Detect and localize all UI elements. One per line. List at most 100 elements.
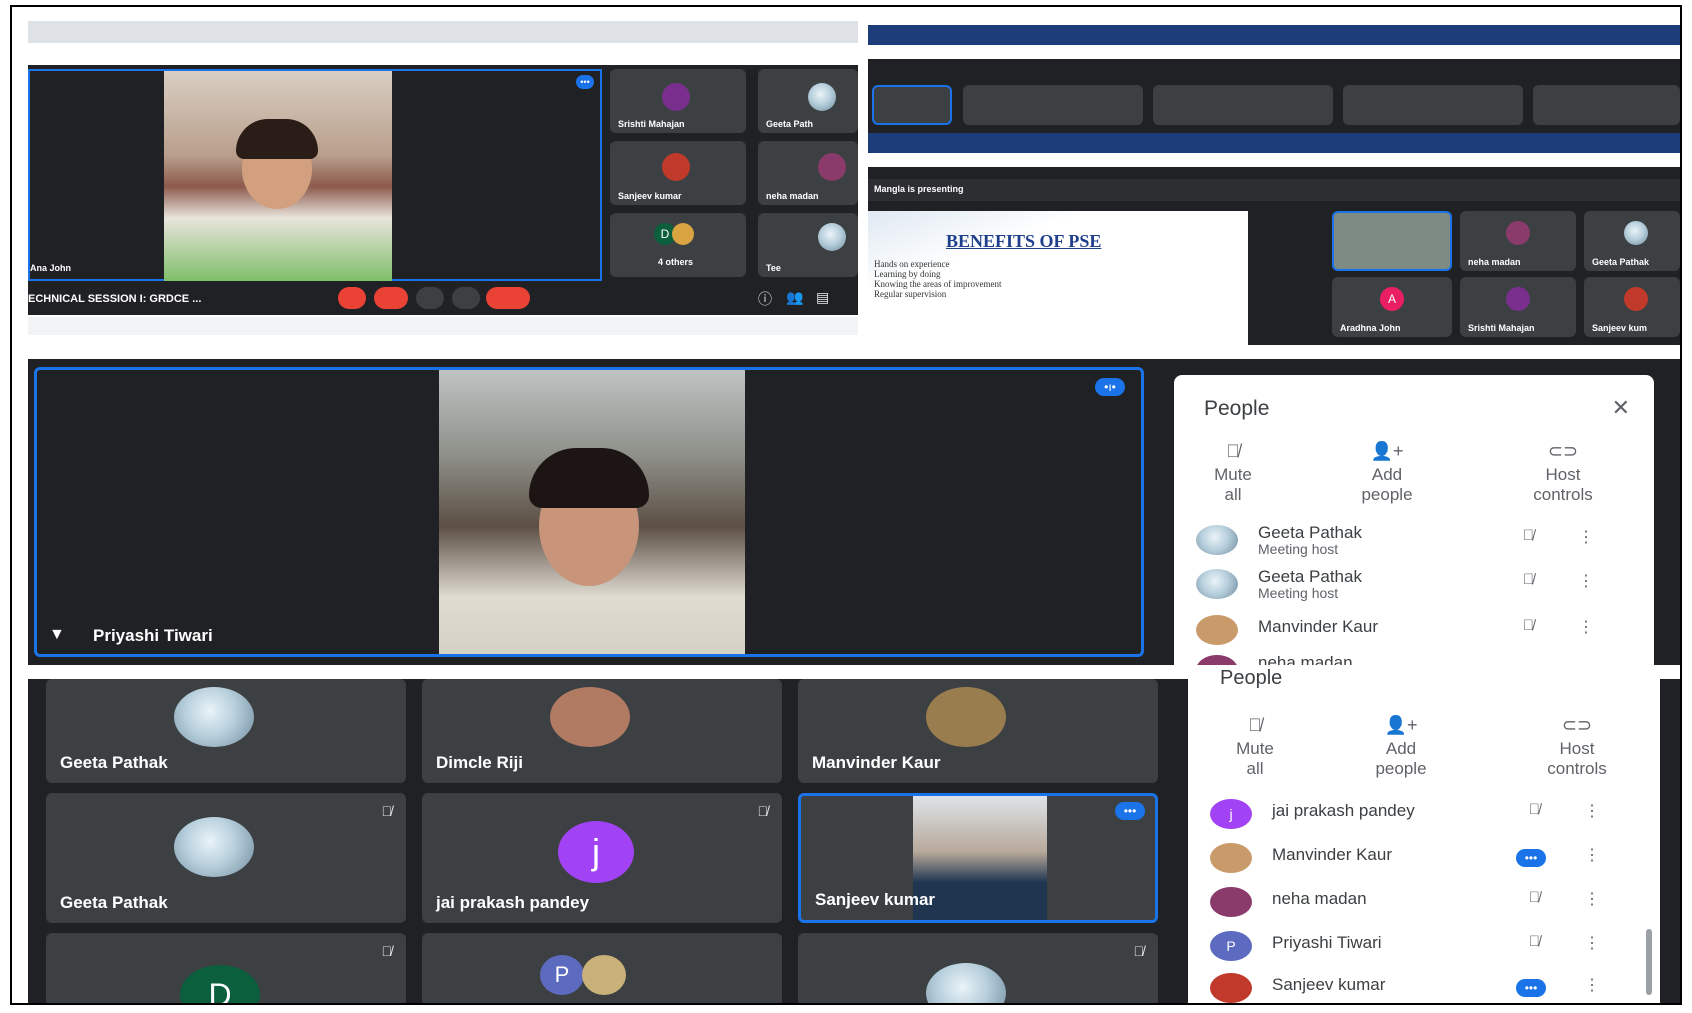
info-icon[interactable]: ⓘ <box>758 289 772 309</box>
mic-off-icon[interactable]: 🎙̸ <box>1523 527 1534 544</box>
mic-off-icon[interactable]: 🎙̸ <box>1523 617 1534 634</box>
presenter-tile-0[interactable]: neha madan <box>1460 211 1576 271</box>
grid-tile-2[interactable]: Manvinder Kaur <box>798 679 1158 783</box>
grid-tile-1[interactable]: Dimcle Riji <box>422 679 782 783</box>
presenter-tile-3[interactable]: Srishti Mahajan <box>1460 277 1576 337</box>
avatar <box>1506 221 1530 245</box>
toggle-icon: ⊂⊃ <box>1561 715 1593 735</box>
toggle-icon: ⊂⊃ <box>1547 441 1579 461</box>
tile-name: Dimcle Riji <box>436 753 523 772</box>
speaking-indicator-icon: ••• <box>1516 979 1546 997</box>
more-options-icon[interactable]: ••• <box>1115 802 1145 820</box>
participant-row[interactable]: Geeta Pathak Meeting host 🎙̸ ⋮ <box>1196 565 1634 605</box>
mic-off-icon[interactable]: 🎙̸ <box>1523 571 1534 588</box>
side-tile-0[interactable]: Srishti Mahajan <box>610 69 746 133</box>
mic-off-icon[interactable]: 🎙̸ <box>1529 801 1540 818</box>
more-options-icon[interactable]: ⋮ <box>1578 617 1594 637</box>
camera-off-button[interactable] <box>374 287 408 309</box>
side-tile-2[interactable]: Sanjeev kumar <box>610 141 746 205</box>
person-add-icon: 👤+ <box>1384 715 1418 735</box>
tile-name: Sanjeev kum <box>1592 323 1648 333</box>
browser-tab-bar[interactable] <box>28 21 858 43</box>
more-options-icon[interactable]: ⋮ <box>1584 933 1600 953</box>
grid-tile-3[interactable]: 🎙̸ Geeta Pathak <box>46 793 406 923</box>
participant-row[interactable]: neha madan 🎙̸ ⋮ <box>1210 883 1640 923</box>
more-options-icon[interactable]: ⋮ <box>1584 889 1600 909</box>
people-icon[interactable]: 👥 <box>786 289 803 306</box>
browser-tab-bar[interactable] <box>868 25 1680 45</box>
speaker-video <box>164 71 392 281</box>
browser-address-bar[interactable] <box>868 45 1680 59</box>
side-tile-5[interactable]: Tee <box>758 213 858 277</box>
grid-tile-5[interactable]: ••• Sanjeev kumar <box>798 793 1158 923</box>
captions-button[interactable] <box>416 287 444 309</box>
session-title: ECHNICAL SESSION I: GRDCE ... <box>28 293 202 305</box>
avatar: A <box>1380 287 1404 311</box>
more-options-icon[interactable]: ⋮ <box>1584 801 1600 821</box>
host-controls-button[interactable]: ⊂⊃ Host controls <box>1508 441 1618 505</box>
participant-row[interactable]: Manvinder Kaur ••• ⋮ <box>1210 839 1640 879</box>
mic-off-icon[interactable]: 🎙̸ <box>1529 933 1540 950</box>
side-tile-4[interactable]: D 4 others <box>610 213 746 277</box>
side-tile-3[interactable]: neha madan <box>758 141 858 205</box>
tile-name: Aradhna John <box>1340 323 1401 333</box>
presenter-tile-self[interactable] <box>1332 211 1452 271</box>
present-button[interactable] <box>452 287 480 309</box>
participant-row[interactable]: neha madan <box>1196 651 1634 665</box>
tile-name: Tee <box>766 263 781 273</box>
presenter-tile-1[interactable]: Geeta Pathak <box>1584 211 1680 271</box>
add-people-button[interactable]: 👤+ Add people <box>1332 441 1442 505</box>
mute-all-label-1: Mute <box>1214 465 1252 484</box>
bottom-screenshot: Geeta Pathak Dimcle Riji Manvinder Kaur … <box>28 667 1680 1003</box>
avatar <box>818 153 846 181</box>
participant-name: Priyashi Tiwari <box>1272 933 1382 952</box>
speaker-video <box>439 370 745 654</box>
presenting-banner: Mangla is presenting <box>868 179 1680 201</box>
grid-tile-6[interactable]: 🎙̸ D <box>46 933 406 1003</box>
tile-name: Srishti Mahajan <box>1468 323 1535 333</box>
participant-row[interactable]: j jai prakash pandey 🎙̸ ⋮ <box>1210 795 1640 835</box>
front-tab-bar[interactable] <box>868 133 1680 153</box>
participant-row[interactable]: Sanjeev kumar ••• ⋮ <box>1210 969 1640 1003</box>
more-options-icon[interactable]: ⋮ <box>1584 845 1600 865</box>
more-options-icon[interactable]: ⋮ <box>1584 975 1600 995</box>
tile-name: Manvinder Kaur <box>812 753 941 772</box>
back-tile-1 <box>963 85 1143 125</box>
grid-tile-8[interactable]: 🎙̸ <box>798 933 1158 1003</box>
mic-off-icon[interactable]: 🎙̸ <box>1529 889 1540 906</box>
presenter-tile-4[interactable]: Sanjeev kum <box>1584 277 1680 337</box>
participant-row[interactable]: Manvinder Kaur 🎙̸ ⋮ <box>1196 611 1634 651</box>
participant-row[interactable]: Geeta Pathak Meeting host 🎙̸ ⋮ <box>1196 521 1634 561</box>
pin-icon[interactable]: ▼ <box>49 626 65 644</box>
more-options-icon[interactable]: ⋮ <box>1578 527 1594 547</box>
participant-name: Geeta Pathak <box>1258 523 1362 542</box>
host-controls-button[interactable]: ⊂⊃ Host controls <box>1522 715 1632 779</box>
mute-all-label-2: all <box>1224 485 1242 504</box>
grid-tile-0[interactable]: Geeta Pathak <box>46 679 406 783</box>
browser-address-bar[interactable] <box>28 43 858 57</box>
grid-tile-7[interactable]: P <box>422 933 782 1003</box>
add-people-label-2: people <box>1361 485 1413 504</box>
mic-off-button[interactable] <box>338 287 366 309</box>
participant-row[interactable]: P Priyashi Tiwari 🎙̸ ⋮ <box>1210 927 1640 967</box>
add-people-button[interactable]: 👤+ Add people <box>1346 715 1456 779</box>
slide-bullet: Regular supervision <box>874 289 947 299</box>
mute-all-label-1: Mute <box>1236 739 1274 758</box>
downloads-bar <box>28 317 858 335</box>
people-panel-title: People <box>1204 397 1270 420</box>
chat-icon[interactable]: ▤ <box>816 289 829 306</box>
front-address-bar[interactable] <box>868 153 1680 167</box>
side-tile-1[interactable]: Geeta Path <box>758 69 858 133</box>
mute-all-button[interactable]: 🎙̸ Mute all <box>1178 441 1288 505</box>
mute-all-button[interactable]: 🎙̸ Mute all <box>1200 715 1310 779</box>
scrollbar[interactable] <box>1646 929 1652 995</box>
presenter-tile-2[interactable]: A Aradhna John <box>1332 277 1452 337</box>
grid-tile-4[interactable]: 🎙̸ j jai prakash pandey <box>422 793 782 923</box>
more-options-icon[interactable]: ⋮ <box>1578 571 1594 591</box>
slide-bullet: Hands on experience <box>874 259 950 269</box>
tile-name: 4 others <box>658 257 694 267</box>
tile-name: jai prakash pandey <box>436 893 590 912</box>
avatar <box>818 223 846 251</box>
close-icon[interactable]: ✕ <box>1612 395 1630 421</box>
leave-call-button[interactable] <box>486 287 530 309</box>
